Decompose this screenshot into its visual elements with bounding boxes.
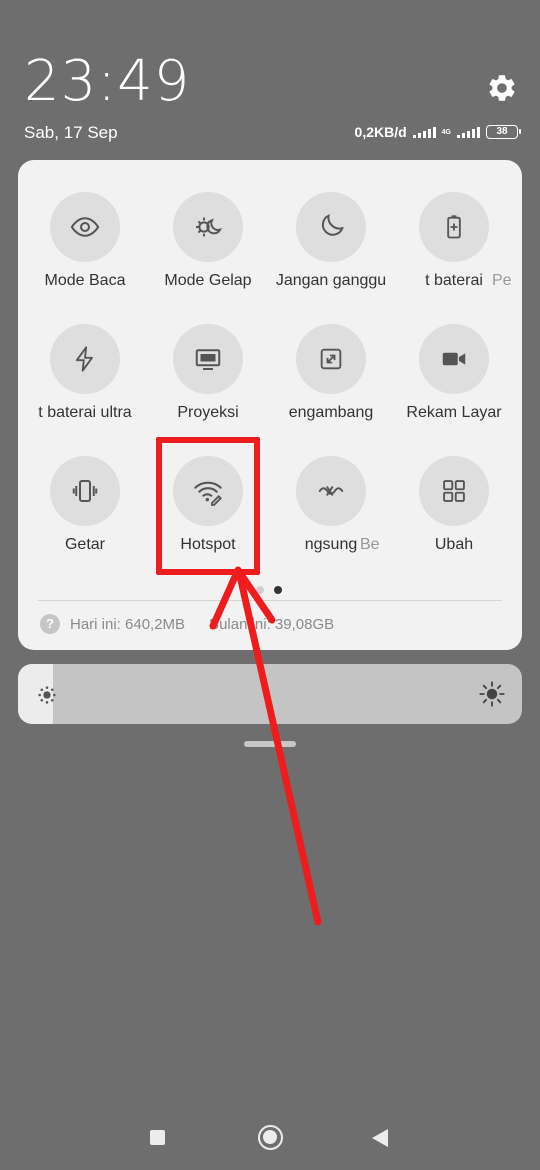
highlight-box [156,437,260,575]
usage-today: Hari ini: 640,2MB [70,615,186,633]
drag-handle[interactable] [244,741,296,747]
home-button[interactable] [258,1125,283,1150]
network-type: 4G [441,128,451,136]
tile-partial[interactable]: Pe [492,192,522,304]
brightness-low-icon [38,686,56,704]
help-icon: ? [40,614,60,634]
usage-month: Bulan ini: 39,08GB [209,615,335,633]
network-speed: 0,2KB/d [354,124,407,140]
divider [38,600,502,601]
tile-jendela-mengambang[interactable]: engambang [269,324,393,436]
tile-label: Ubah [434,536,474,553]
gear-icon[interactable] [486,72,518,104]
brightness-slider[interactable] [18,664,522,724]
moon-icon [296,192,366,262]
status-icons: 0,2KB/d 4G 38 [354,122,521,142]
signal-icon-2 [457,126,480,138]
back-button[interactable] [372,1129,388,1147]
lightning-icon [50,324,120,394]
dark-mode-icon [173,192,243,262]
page-indicator[interactable] [256,586,282,594]
monitor-icon [173,324,243,394]
date-label[interactable]: Sab, 17 Sep [24,123,118,143]
vibrate-icon [50,456,120,526]
signal-icon [412,126,436,138]
navigation-bar [0,1110,540,1164]
nearby-share-icon [296,456,366,526]
tile-label: Be [360,536,380,553]
data-usage[interactable]: ? Hari ini: 640,2MB Bulan ini: 39,08GB [40,614,334,634]
page-dot-2[interactable] [274,586,282,594]
clock-time[interactable]: 23:49 [24,52,190,112]
tile-jangan-ganggu[interactable]: Jangan ganggu [269,192,393,304]
tile-getar[interactable]: Getar [23,456,147,568]
battery-icon: 38 [486,125,521,139]
tile-mode-baca[interactable]: Mode Baca [23,192,147,304]
recents-button[interactable] [150,1130,165,1145]
tile-ubah[interactable]: Ubah [392,456,516,568]
tile-proyeksi[interactable]: Proyeksi [146,324,270,436]
page-dot-1[interactable] [256,586,264,594]
edit-grid-icon [419,456,489,526]
tile-label: Rekam Layar [406,404,502,421]
tile-hemat-baterai-ultra[interactable]: t baterai ultra [23,324,147,436]
floating-window-icon [296,324,366,394]
eye-icon [50,192,120,262]
video-camera-icon [419,324,489,394]
tile-mode-gelap[interactable]: Mode Gelap [146,192,270,304]
quick-settings-panel: Mode Baca Mode Gelap Jangan ganggu t bat… [18,160,522,650]
battery-saver-icon [419,192,489,262]
tile-rekam-layar[interactable]: Rekam Layar [392,324,516,436]
tile-label: Pe [492,272,512,289]
brightness-high-icon [479,681,505,707]
